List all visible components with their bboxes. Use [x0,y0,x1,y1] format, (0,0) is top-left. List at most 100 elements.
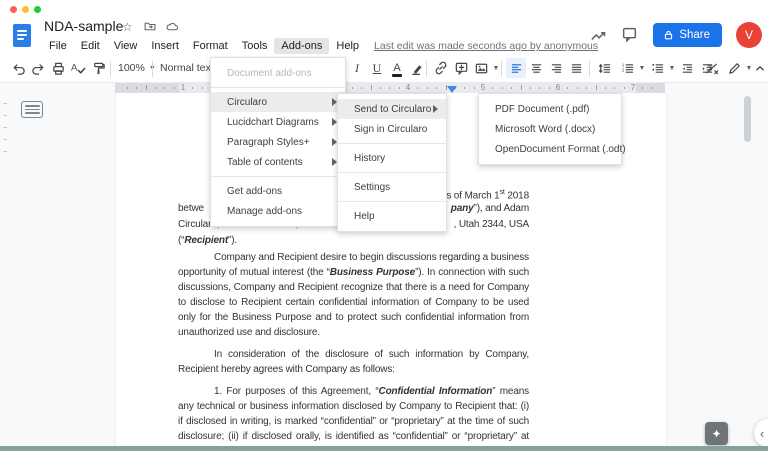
avatar[interactable]: V [736,22,762,48]
align-left-icon[interactable] [506,58,526,78]
google-docs-window: NDA-sample ☆ FileEditViewInsertFormatToo… [0,0,768,451]
numbered-list-icon[interactable]: 12 [617,58,637,78]
underline-icon[interactable]: U [367,58,387,78]
close-button[interactable] [10,6,17,13]
ruler-number: 6 [556,83,560,92]
svg-text:A: A [71,63,78,74]
doc-line-fragment: pany”), and Adam [451,202,529,215]
print-icon[interactable] [48,58,68,78]
menu-item-pdf-document-pdf[interactable]: PDF Document (.pdf) [479,99,621,119]
menubar-item-file[interactable]: File [42,38,74,54]
chevron-left-icon: ‹ [760,426,764,441]
doc-line-fragment: as of March 1st 2018 [441,186,529,202]
paragraph: In consideration of the disclosure of su… [178,347,529,377]
italic-icon[interactable]: I [347,58,367,78]
send-to-circularo-submenu: PDF Document (.pdf)Microsoft Word (.docx… [478,93,622,165]
toolbar-align-group [506,58,586,78]
menu-item-lucidchart-diagrams[interactable]: Lucidchart Diagrams [211,112,345,132]
move-folder-icon[interactable] [143,20,157,36]
menu-divider [211,87,345,88]
paint-format-icon[interactable] [88,58,108,78]
menubar-item-format[interactable]: Format [186,38,235,54]
line-spacing-icon[interactable] [594,58,614,78]
menu-item-sign-in-circularo[interactable]: Sign in Circularo [338,119,446,139]
insights-icon[interactable] [589,26,607,44]
menu-divider [338,143,446,144]
document-text[interactable]: Company and Recipient desire to begin di… [178,250,529,451]
last-edit-link[interactable]: Last edit was made seconds ago by anonym… [374,40,598,52]
bul-drop-icon[interactable]: ▼ [667,58,677,78]
zoom-window-button[interactable] [34,6,41,13]
collapse-toolbar-icon[interactable] [750,58,768,78]
menu-item-settings[interactable]: Settings [338,177,446,197]
menu-item-get-add-ons[interactable]: Get add-ons [211,181,345,201]
num-drop-icon[interactable]: ▼ [637,58,647,78]
left-margin-zone [115,82,179,93]
ruler[interactable]: 1234567 [0,82,768,93]
undo-icon[interactable] [8,58,28,78]
align-center-icon[interactable] [526,58,546,78]
spellcheck-icon[interactable]: A [68,58,88,78]
menu-divider [338,201,446,202]
ruler-number: 5 [481,83,485,92]
share-button[interactable]: Share [653,23,722,47]
toolbar-left-group: A [8,58,108,78]
menubar-item-insert[interactable]: Insert [144,38,186,54]
toolbar-collapse-group [750,58,768,78]
align-right-icon[interactable] [546,58,566,78]
paragraph: Company and Recipient desire to begin di… [178,250,529,340]
cloud-status-icon[interactable] [165,20,179,36]
toolbar-format-group: IUA [347,58,427,78]
bulleted-list-icon[interactable] [647,58,667,78]
align-justify-icon[interactable] [566,58,586,78]
redo-icon[interactable] [28,58,48,78]
menubar-item-tools[interactable]: Tools [235,38,275,54]
vertical-scrollbar[interactable] [744,96,751,142]
insert-image-icon[interactable] [471,58,491,78]
clear-formatting-icon[interactable]: T [702,58,722,78]
comment-icon[interactable] [621,26,639,44]
menu-item-circularo[interactable]: Circularo [211,92,345,112]
window-bottom-edge [0,446,768,451]
right-margin-zone [636,82,665,93]
document-outline-icon[interactable] [21,101,43,118]
add-comment-icon[interactable] [451,58,471,78]
explore-icon: ✦ [711,427,721,441]
docs-logo-icon[interactable] [13,24,31,47]
highlight-icon[interactable] [407,58,427,78]
document-title[interactable]: NDA-sample [44,18,123,34]
menubar-item-add-ons[interactable]: Add-ons [274,38,329,54]
menubar-item-help[interactable]: Help [329,38,366,54]
decrease-indent-icon[interactable] [677,58,697,78]
zoom-select[interactable]: 100%▼ [118,59,156,77]
menu-item-microsoft-word-docx[interactable]: Microsoft Word (.docx) [479,119,621,139]
menu-item-history[interactable]: History [338,148,446,168]
header: NDA-sample ☆ FileEditViewInsertFormatToo… [0,0,768,56]
menu-item-paragraph-styles[interactable]: Paragraph Styles+ [211,132,345,152]
menubar-item-edit[interactable]: Edit [74,38,107,54]
text-color-icon[interactable]: A [387,58,407,78]
indent-marker[interactable] [447,86,457,93]
menubar: FileEditViewInsertFormatToolsAdd-onsHelp… [42,38,598,54]
menu-item-help[interactable]: Help [338,206,446,226]
toolbar: A 100%▼ Normal text▼ IUA ▼ 12▼▼ T ▼ [0,56,768,83]
link-icon[interactable] [431,58,451,78]
ruler-number: 1 [181,83,185,92]
minimize-button[interactable] [22,6,29,13]
explore-button[interactable]: ✦ [705,422,728,445]
menu-item-manage-add-ons[interactable]: Manage add-ons [211,201,345,221]
image-drop-icon[interactable]: ▼ [491,58,501,78]
toolbar-insert-group: ▼ [431,58,501,78]
menu-item-opendocument-format-odt[interactable]: OpenDocument Format (.odt) [479,139,621,159]
paragraph: 1. For purposes of this Agreement, “Conf… [178,384,529,451]
menu-item-table-of-contents[interactable]: Table of contents [211,152,345,172]
submenu-arrow-icon [433,105,438,113]
menu-item-send-to-circularo[interactable]: Send to Circularo [338,99,446,119]
editing-mode-pencil-icon[interactable] [724,58,744,78]
ruler-number: 4 [406,83,410,92]
menu-divider [338,172,446,173]
menubar-item-view[interactable]: View [107,38,145,54]
header-actions: Share V [589,22,762,48]
star-icon[interactable]: ☆ [122,20,133,34]
menu-divider [211,176,345,177]
